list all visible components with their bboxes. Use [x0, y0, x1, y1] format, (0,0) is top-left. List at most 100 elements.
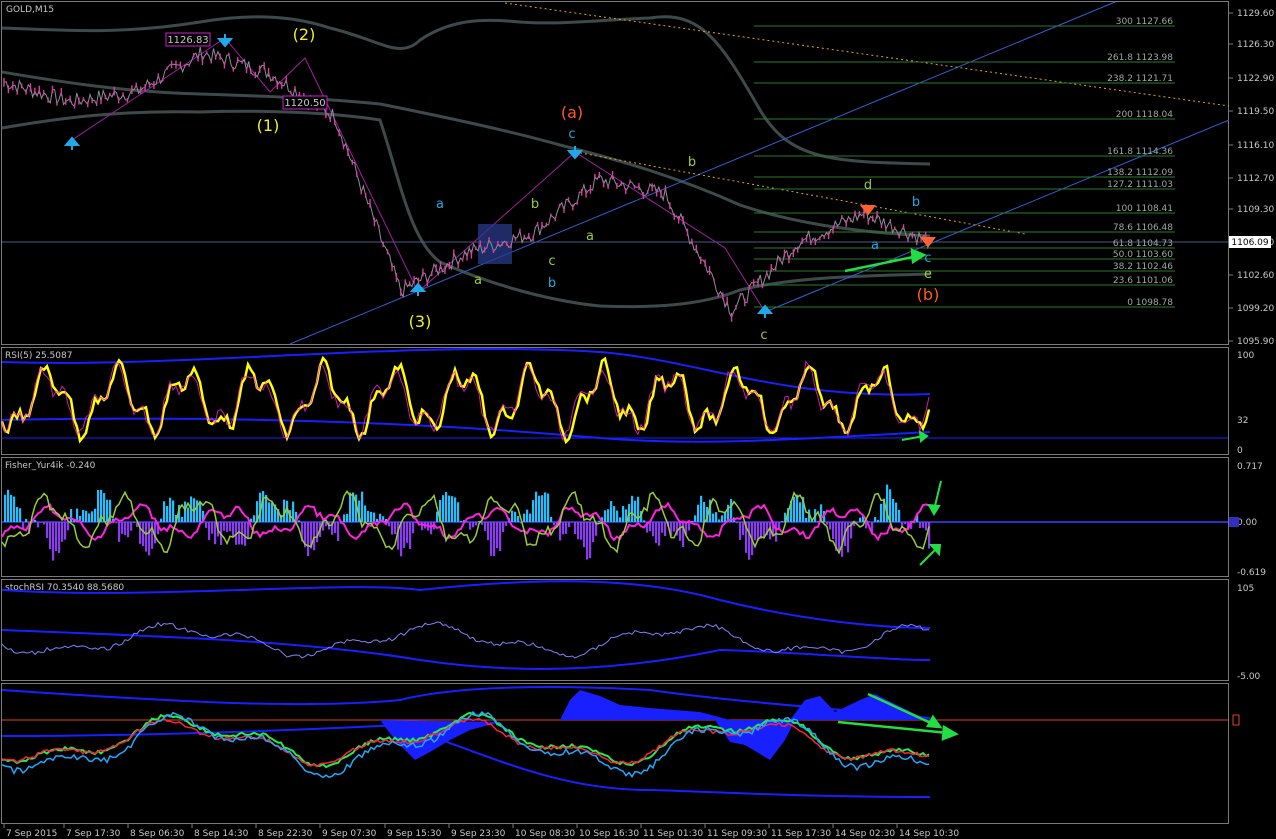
- wave-sublabel: b: [531, 197, 539, 212]
- fisher-bar: [145, 522, 148, 552]
- fisher-bar: [142, 522, 145, 547]
- x-tick-label: 8 Sep 14:30: [194, 829, 249, 839]
- fisher-bar: [565, 522, 568, 534]
- rsi-title: RSI(5) 25.5087: [5, 351, 72, 361]
- fisher-bar: [586, 522, 589, 560]
- fisher-bar: [898, 509, 901, 522]
- fisher-bar: [205, 522, 208, 528]
- fisher-bar: [316, 522, 319, 543]
- fisher-bar: [82, 509, 85, 522]
- price-box-low-text: 1120.50: [284, 98, 325, 109]
- fisher-bar: [805, 517, 808, 522]
- fisher-bar: [532, 500, 535, 522]
- fisher-bar: [655, 522, 658, 544]
- y-tick-label: 0.717: [1237, 462, 1263, 472]
- up-arrow-icon: [756, 304, 774, 318]
- fisher-bar: [298, 520, 301, 522]
- fisher-bar: [376, 518, 379, 522]
- y-tick-label: 0: [1237, 446, 1243, 456]
- wave-sublabel: c: [568, 127, 575, 142]
- fisher-bar: [673, 522, 676, 532]
- swing-arrows: [63, 34, 936, 318]
- fisher-bar: [538, 495, 541, 522]
- fisher-bar: [904, 522, 907, 525]
- x-tick-label: 14 Sep 10:30: [899, 829, 959, 839]
- fisher-bar: [604, 510, 607, 522]
- fisher-bar: [403, 522, 406, 548]
- fib-level-label: 23.6 1101.06: [1113, 276, 1173, 286]
- fisher-bar: [55, 522, 58, 552]
- fisher-bar: [550, 516, 553, 522]
- y-tick-label: 1116.10: [1237, 141, 1274, 151]
- bottom-panel: [1, 686, 1240, 798]
- fib-level-label: 78.6 1106.48: [1113, 223, 1173, 233]
- fisher-bar: [169, 497, 172, 522]
- price-line: [3, 47, 931, 319]
- fisher-bar: [511, 510, 514, 522]
- wave-sublabel: a: [871, 238, 879, 253]
- green-arrow-icon: [927, 480, 942, 516]
- fisher-bar: [103, 493, 106, 522]
- rsi-panel: [0, 348, 1228, 445]
- fisher-bar: [634, 500, 637, 522]
- fisher-bar: [61, 522, 64, 542]
- fib-level-label: 300 1127.66: [1116, 17, 1174, 27]
- fisher-bar: [226, 522, 229, 532]
- fisher-bar: [166, 506, 169, 522]
- fib-level-label: 138.2 1112.09: [1107, 168, 1173, 178]
- fisher-bar: [472, 522, 475, 528]
- fisher-bar: [13, 496, 16, 522]
- fisher-bar: [781, 521, 784, 522]
- y-tick-label: 105: [1237, 584, 1254, 594]
- fib-level-label: 100 1108.41: [1116, 204, 1173, 214]
- fisher-bar: [880, 503, 883, 522]
- fisher-bar: [631, 495, 634, 522]
- fisher-bar: [859, 517, 862, 522]
- y-tick-label: 32: [1237, 416, 1248, 426]
- fisher-bar: [4, 494, 7, 522]
- x-tick-label: 7 Sep 2015: [6, 829, 57, 839]
- fib-levels: 300 1127.66 261.8 1123.98 238.2 1121.71 200…: [754, 17, 1175, 308]
- fisher-bar: [718, 519, 721, 522]
- fisher-bar: [337, 522, 340, 541]
- fib-level-label: 61.8 1104.73: [1113, 239, 1173, 249]
- fisher-bar: [739, 522, 742, 540]
- wave-label-a: (a): [561, 103, 583, 122]
- fisher-bar: [49, 522, 52, 550]
- fisher-panel: [1, 480, 1239, 566]
- fisher-bar: [70, 509, 73, 522]
- price-marker: 1106.09: [1229, 236, 1271, 248]
- fisher-bar: [445, 491, 448, 522]
- fisher-bar: [688, 522, 691, 531]
- x-tick-label: 10 Sep 16:30: [579, 829, 639, 839]
- wave-sublabel: c: [760, 328, 767, 343]
- fisher-bar: [268, 502, 271, 522]
- up-arrow-icon: [409, 282, 427, 296]
- fisher-bar: [214, 522, 217, 545]
- fisher-bar: [253, 515, 256, 522]
- fisher-bar: [574, 522, 577, 535]
- fisher-bar: [307, 522, 310, 557]
- fisher-bar: [616, 510, 619, 522]
- main-panel-frame: [1, 1, 1229, 345]
- fisher-bar: [94, 508, 97, 522]
- lower-band: [1, 109, 931, 309]
- fisher-bar: [187, 507, 190, 522]
- fisher-bar: [619, 517, 622, 522]
- bottom-band-lower: [1, 723, 931, 798]
- y-tick-label: 1102.60: [1237, 271, 1274, 281]
- fisher-bar: [124, 522, 127, 536]
- fisher-bar: [118, 522, 121, 542]
- fisher-bar: [475, 522, 478, 526]
- y-tick-label: 1119.50: [1237, 107, 1274, 117]
- fisher-bar: [46, 522, 49, 538]
- fisher-bar: [529, 513, 532, 522]
- fisher-bar: [400, 522, 403, 557]
- y-tick-label: 1122.90: [1237, 74, 1274, 84]
- fisher-bar: [343, 514, 346, 522]
- fib-level-label: 261.8 1123.98: [1107, 53, 1173, 63]
- fisher-bar: [127, 522, 130, 538]
- fisher-bar: [232, 522, 235, 538]
- fisher-bar: [796, 494, 799, 522]
- y-tick-label: -0.619: [1237, 568, 1266, 578]
